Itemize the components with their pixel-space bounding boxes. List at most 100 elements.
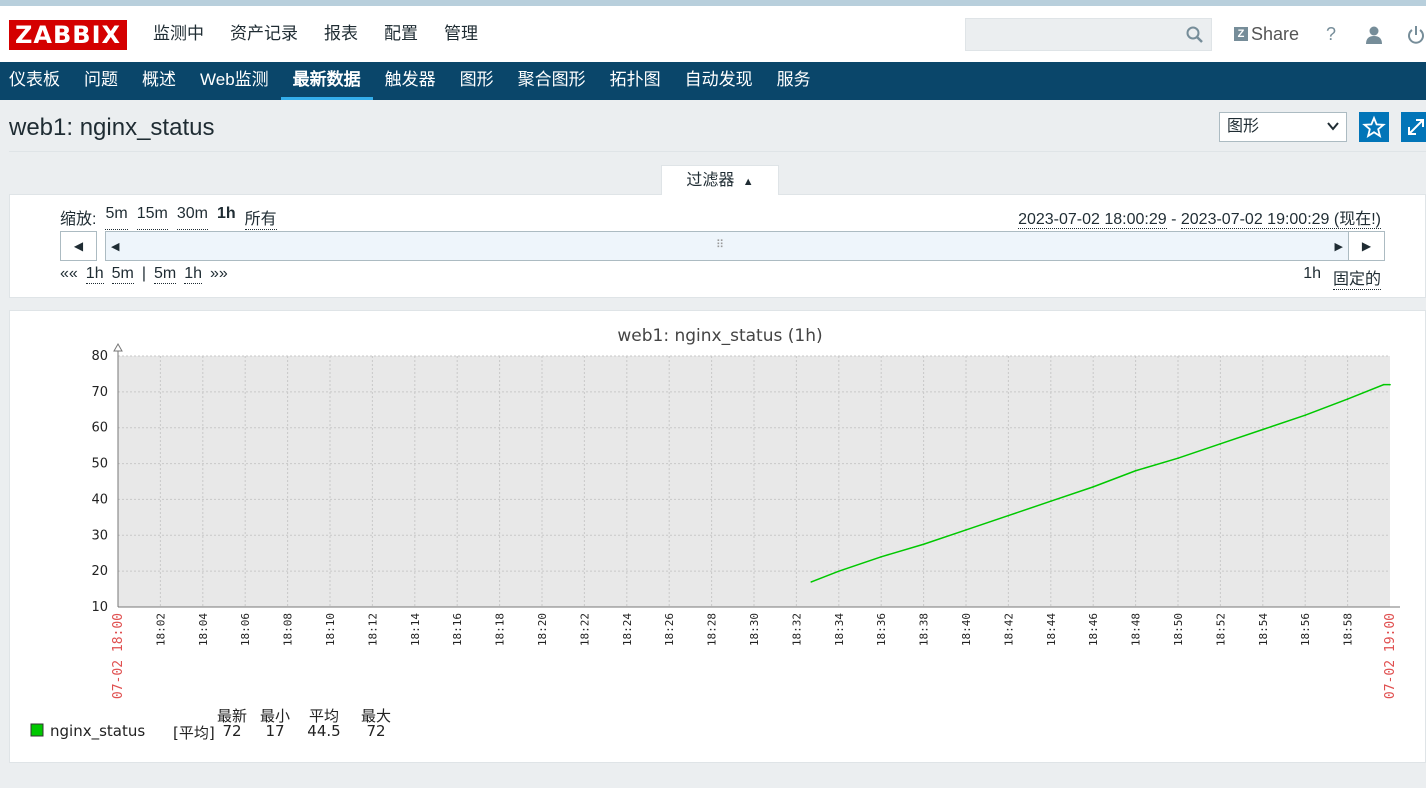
series-point	[1219, 443, 1222, 445]
sub-nav-maps[interactable]: 拓扑图	[598, 62, 673, 100]
time-range: 2023-07-02 18:00:29 - 2023-07-02 19:00:2…	[1018, 205, 1381, 229]
fixed-toggle[interactable]: 固定的	[1332, 265, 1381, 290]
slider-right-handle-icon[interactable]: ▶	[1335, 240, 1343, 253]
zoom-row: 缩放: 5m 15m 30m 1h 所有	[60, 205, 277, 230]
top-header: ZABBIX 监测中 资产记录 报表 配置 管理 Z Share ?	[0, 6, 1426, 62]
legend-series-name: nginx_status	[50, 722, 145, 741]
star-icon	[1362, 115, 1386, 138]
timeline-slider[interactable]: ◀ ⠿ ▶	[105, 231, 1349, 261]
slider-grip-icon[interactable]: ⠿	[716, 238, 724, 251]
main-nav-reports[interactable]: 报表	[311, 6, 371, 62]
fullscreen-button[interactable]	[1401, 112, 1426, 142]
main-nav-monitoring[interactable]: 监测中	[140, 6, 217, 62]
x-tick-label: 18:56	[1299, 613, 1312, 646]
series-point	[1050, 500, 1052, 503]
sub-nav-discovery[interactable]: 自动发现	[673, 62, 765, 100]
shift-back-1h[interactable]: 1h	[85, 265, 104, 284]
favorite-button[interactable]	[1359, 112, 1389, 142]
legend-unit-label: [平均]	[173, 724, 215, 742]
x-tick-label: 18:42	[1002, 613, 1015, 646]
user-profile-icon[interactable]	[1364, 24, 1384, 46]
x-tick-label: 18:28	[706, 613, 719, 646]
sub-nav-problems[interactable]: 问题	[72, 62, 130, 100]
main-nav: 监测中 资产记录 报表 配置 管理	[140, 6, 491, 62]
sub-nav-dashboard[interactable]: 仪表板	[0, 62, 72, 100]
shift-back-label: ««	[60, 265, 78, 282]
range-separator: -	[1166, 211, 1181, 228]
zoom-1h[interactable]: 1h	[217, 205, 236, 230]
series-point	[1177, 457, 1179, 459]
nginx-status-chart[interactable]: web1: nginx_status (1h) 10 20 30 40 50 60 70 80 1…	[10, 311, 1426, 764]
sub-nav-services[interactable]: 服务	[765, 62, 823, 100]
view-type-select[interactable]: 图形	[1219, 112, 1347, 142]
zoom-15m[interactable]: 15m	[136, 205, 168, 230]
shift-forward-label: »»	[210, 265, 228, 282]
main-nav-configuration[interactable]: 配置	[371, 6, 431, 62]
x-tick-label: 18:30	[748, 613, 761, 646]
series-point	[1304, 414, 1306, 416]
main-nav-inventory[interactable]: 资产记录	[217, 6, 311, 62]
range-to[interactable]: 2023-07-02 19:00:29 (现在!)	[1180, 211, 1381, 229]
x-tick-label: 18:52	[1214, 613, 1227, 646]
sub-nav-screens[interactable]: 聚合图形	[506, 62, 598, 100]
series-point	[838, 570, 840, 572]
filter-tab[interactable]: 过滤器 ▲	[661, 165, 779, 195]
sign-out-icon[interactable]	[1406, 24, 1426, 46]
x-tick-label: 18:04	[197, 613, 210, 646]
x-tick-label: 18:38	[918, 613, 931, 646]
time-filter-panel: 缩放: 5m 15m 30m 1h 所有 2023-07-02 18:00:29…	[9, 194, 1426, 298]
sub-nav: 仪表板 问题 概述 Web监测 最新数据 触发器 图形 聚合图形 拓扑图 自动发…	[0, 62, 1426, 100]
x-tick-label: 18:10	[324, 613, 337, 646]
series-point	[1346, 398, 1349, 400]
series-point	[1092, 486, 1094, 488]
share-label: Share	[1251, 23, 1300, 44]
scroll-right-button[interactable]: ▶	[1348, 231, 1385, 261]
x-start-label: 07-02 18:00	[111, 613, 126, 699]
shift-forward-1h[interactable]: 1h	[184, 265, 203, 284]
page-title: web1: nginx_status	[9, 114, 215, 141]
series-point	[965, 529, 967, 531]
share-button[interactable]: Z Share	[1234, 22, 1299, 46]
series-point	[880, 556, 882, 558]
zoom-all[interactable]: 所有	[244, 205, 277, 230]
sub-nav-triggers[interactable]: 触发器	[373, 62, 448, 100]
view-type-value: 图形	[1227, 118, 1260, 135]
search-input[interactable]	[965, 18, 1212, 51]
x-tick-label: 18:50	[1172, 613, 1185, 646]
sub-nav-web[interactable]: Web监测	[188, 62, 281, 100]
period-row: 1h 固定的	[1303, 265, 1381, 290]
sub-nav-latest-data[interactable]: 最新数据	[280, 62, 373, 100]
x-tick-label: 18:34	[833, 613, 846, 646]
zoom-30m[interactable]: 30m	[176, 205, 208, 230]
sub-nav-graphs[interactable]: 图形	[448, 62, 506, 100]
shift-row: «« 1h 5m | 5m 1h »»	[60, 265, 228, 284]
y-tick-label: 70	[91, 385, 108, 400]
sub-nav-overview[interactable]: 概述	[130, 62, 188, 100]
series-point	[1007, 514, 1010, 517]
x-tick-label: 18:58	[1342, 613, 1355, 646]
arrow-left-icon: ◀	[73, 239, 84, 253]
search-icon[interactable]	[1185, 25, 1205, 45]
x-tick-label: 18:36	[875, 613, 888, 646]
zabbix-share-icon: Z	[1234, 27, 1248, 41]
zoom-5m[interactable]: 5m	[105, 205, 128, 230]
zabbix-logo[interactable]: ZABBIX	[9, 20, 127, 50]
slider-left-handle-icon[interactable]: ◀	[111, 240, 119, 253]
series-point	[1382, 383, 1385, 386]
x-tick-label: 18:46	[1087, 613, 1100, 646]
caret-up-icon: ▲	[742, 176, 754, 188]
legend-stat-value: 72	[222, 722, 241, 740]
scroll-left-button[interactable]: ◀	[60, 231, 97, 261]
shift-forward-5m[interactable]: 5m	[153, 265, 177, 284]
range-from[interactable]: 2023-07-02 18:00:29	[1018, 211, 1167, 229]
shift-back-5m[interactable]: 5m	[111, 265, 134, 284]
graph-panel: web1: nginx_status (1h) 10 20 30 40 50 60 70 80 1…	[9, 310, 1426, 763]
main-nav-administration[interactable]: 管理	[431, 6, 491, 62]
y-tick-label: 10	[91, 600, 108, 615]
help-icon[interactable]: ?	[1321, 24, 1341, 46]
legend-stat-value: 17	[265, 722, 284, 740]
x-tick-label: 18:20	[536, 613, 549, 646]
x-tick-label: 18:12	[366, 613, 379, 646]
x-tick-label: 18:06	[239, 613, 252, 646]
series-point	[922, 543, 925, 546]
